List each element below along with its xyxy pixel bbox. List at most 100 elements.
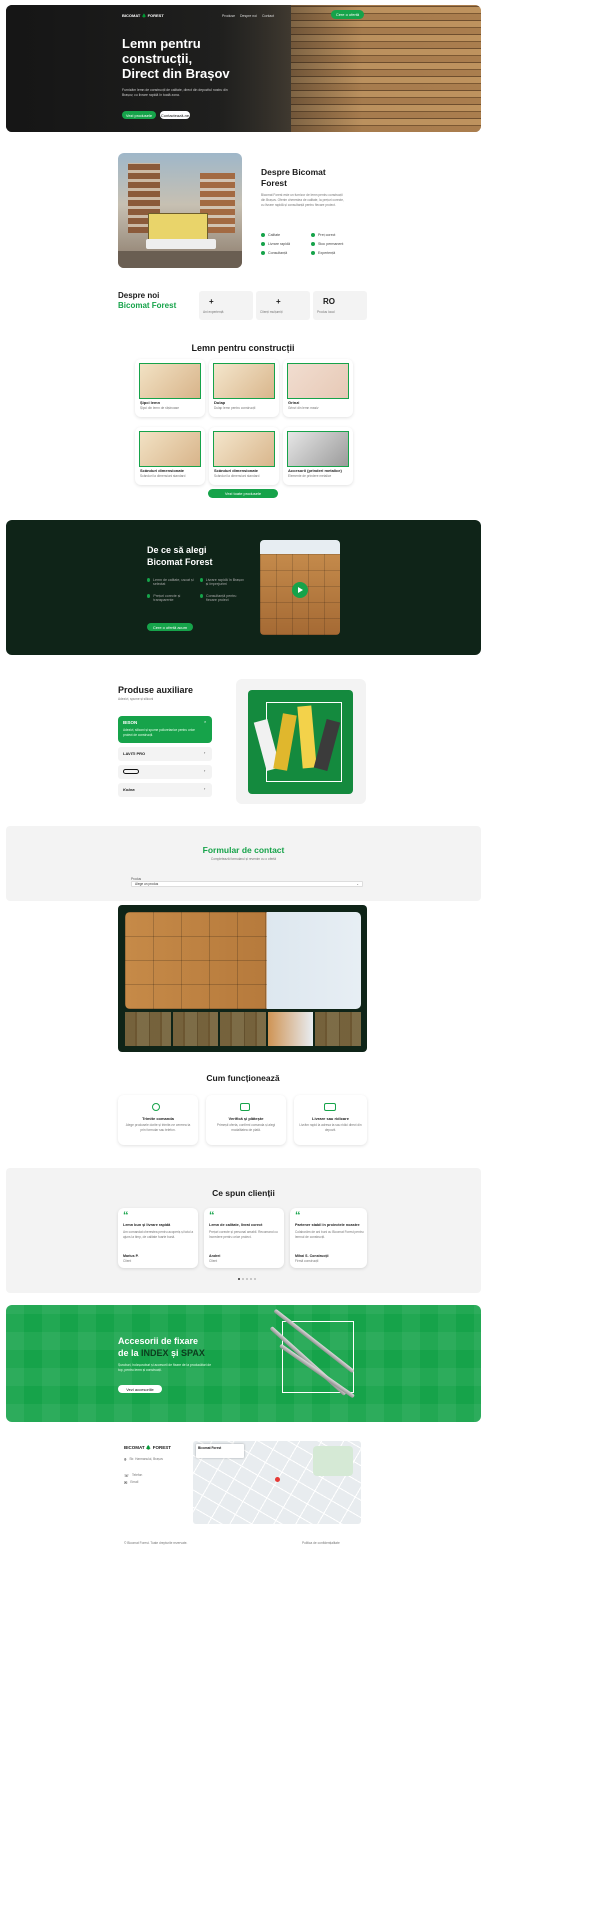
footer-email: ✉ Email	[124, 1480, 139, 1485]
how-step: Verifică și plătește Primești oferta, co…	[206, 1095, 286, 1145]
why-section: De ce să alegi Bicomat Forest Lemn de ca…	[6, 520, 481, 655]
testimonial-title: Lemn de calitate, livrat corect	[209, 1223, 263, 1227]
quote-icon: “	[123, 1210, 129, 1222]
feature-item: Experiență	[311, 251, 361, 255]
why-video[interactable]	[260, 540, 340, 635]
gallery-main-image[interactable]	[125, 912, 361, 1009]
product-desc: Scânduri la dimensiuni standard	[214, 474, 260, 478]
brand-item[interactable]: Kobra ›	[118, 783, 212, 797]
check-icon	[311, 233, 315, 237]
gallery-thumbnail[interactable]	[220, 1012, 266, 1046]
gallery-section	[118, 905, 367, 1052]
card-icon	[240, 1103, 250, 1111]
gallery-thumbnail[interactable]	[125, 1012, 171, 1046]
nav-link-about[interactable]: Despre noi	[240, 14, 257, 18]
nav-link-products[interactable]: Produse	[222, 14, 235, 18]
stat-value: RO	[323, 297, 335, 306]
stats-title: Despre noi Bicomat Forest	[118, 291, 177, 310]
gallery-thumbnail[interactable]	[267, 1012, 314, 1046]
why-cta-button[interactable]: Cere o ofertă acum	[147, 623, 193, 631]
testimonial-text: Colaborăm de ani buni cu Bicomat Forest …	[295, 1230, 364, 1239]
stat-label: Clienți mulțumiți	[260, 310, 283, 314]
product-desc: Dulap lemn pentru construcții	[214, 406, 256, 410]
brand-logo: LAVITI PRO	[123, 751, 146, 756]
aux-title: Produse auxiliare	[118, 685, 194, 695]
check-icon	[147, 594, 151, 598]
product-image	[287, 431, 349, 467]
footer-bottom-right[interactable]: Politica de confidențialitate	[302, 1541, 340, 1546]
about-title: Despre Bicomat Forest	[261, 167, 326, 188]
check-icon	[261, 233, 265, 237]
testimonials-section: Ce spun clienții “ Lemn bun și livrare r…	[6, 1168, 481, 1293]
why-features: Lemn de calitate, uscat și selectat Livr…	[147, 578, 247, 602]
close-icon[interactable]: ×	[204, 719, 206, 724]
hero-description: Furnizăm lemn de construcții de calitate…	[122, 88, 228, 97]
hero-primary-button[interactable]: Vezi produsele	[122, 111, 156, 119]
testimonial-text: Am comandat cherestea pentru acoperiș și…	[123, 1230, 194, 1239]
how-step-desc: Livrăm rapid la adresa ta sau ridici dir…	[299, 1123, 362, 1132]
accessories-cta-button[interactable]: Vezi accesoriile	[118, 1385, 162, 1393]
product-card[interactable]: Grinzi Grinzi din lemn masiv	[283, 359, 353, 417]
product-name: Scânduri dimensionate	[214, 468, 259, 473]
map-info-box: Bicomat Forest	[196, 1444, 244, 1458]
carousel-dot[interactable]	[238, 1278, 240, 1280]
brand-item-active[interactable]: BISON × Adezivi, siliconi și spume poliu…	[118, 716, 212, 743]
product-image	[287, 363, 349, 399]
gallery-thumbnail[interactable]	[315, 1012, 361, 1046]
how-step-desc: Primești oferta, confirmi comanda și ale…	[216, 1123, 276, 1132]
how-step-title: Trimite comanda	[142, 1116, 174, 1121]
stat-card: RO Produs local	[313, 291, 367, 320]
gallery-thumbnails	[125, 1012, 361, 1046]
hero-secondary-button[interactable]: Contactează-ne	[160, 111, 190, 119]
contact-section: Formular de contact Completează formular…	[6, 826, 481, 901]
brand-logo	[123, 769, 139, 774]
product-card[interactable]: Scânduri dimensionate Scânduri la dimens…	[209, 427, 279, 485]
how-step: Livrare sau ridicare Livrăm rapid la adr…	[294, 1095, 367, 1145]
product-card[interactable]: Scânduri dimensionate Scânduri la dimens…	[135, 427, 205, 485]
carousel-dot[interactable]	[246, 1278, 248, 1280]
logo[interactable]: BICOMAT 🌲 FOREST	[122, 13, 164, 18]
play-icon[interactable]	[292, 582, 308, 598]
nav-cta-button[interactable]: Cere o ofertă	[331, 10, 364, 19]
stat-card: + Clienți mulțumiți	[256, 291, 310, 320]
about-description: Bicomat Forest este un furnizor de lemn …	[261, 193, 344, 207]
how-step-desc: Alege produsele dorite și trimite-ne cer…	[125, 1123, 191, 1132]
brand-item[interactable]: LAVITI PRO ›	[118, 747, 212, 761]
gallery-thumbnail[interactable]	[172, 1012, 219, 1046]
testimonial-card: “ Partener stabil în proiectele noastre …	[290, 1208, 367, 1268]
product-card[interactable]: Dulap Dulap lemn pentru construcții	[209, 359, 279, 417]
footer-logo[interactable]: BICOMAT 🌲 FOREST	[124, 1445, 171, 1451]
product-image	[139, 363, 201, 399]
why-feature: Consultanță pentru fiecare proiect	[200, 594, 247, 602]
chevron-right-icon: ›	[204, 750, 206, 755]
nav-link-contact[interactable]: Contact	[262, 14, 274, 18]
carousel-dot[interactable]	[250, 1278, 252, 1280]
stat-value: +	[209, 297, 214, 306]
how-step-title: Verifică și plătește	[228, 1116, 264, 1121]
aux-image-frame	[236, 679, 366, 804]
footer-map[interactable]: Bicomat Forest	[193, 1441, 361, 1524]
carousel-dot[interactable]	[242, 1278, 244, 1280]
product-name: Șipci lemn	[140, 400, 161, 405]
map-pin-icon[interactable]	[275, 1477, 280, 1482]
product-name: Scânduri dimensionate	[140, 468, 185, 473]
why-feature: Lemn de calitate, uscat și selectat	[147, 578, 194, 586]
product-name: Accesorii (prinderi metalice)	[288, 468, 342, 473]
brand-item[interactable]: ›	[118, 765, 212, 779]
contact-title: Formular de contact	[202, 845, 285, 855]
products-cta-button[interactable]: Vezi toate produsele	[208, 489, 278, 498]
accessories-section: Accesorii de fixare de la INDEX și SPAX …	[6, 1305, 481, 1422]
product-select[interactable]: Alege un produs ⌄	[131, 881, 363, 887]
product-image	[213, 363, 275, 399]
product-desc: Scânduri la dimensiuni standard	[140, 474, 186, 478]
product-card[interactable]: Accesorii (prinderi metalice) Elemente d…	[283, 427, 353, 485]
product-image	[139, 431, 201, 467]
footer-phone: ☏ Telefon	[124, 1473, 143, 1478]
carousel-dot[interactable]	[254, 1278, 256, 1280]
chevron-right-icon: ›	[204, 768, 206, 773]
product-name: Dulap	[214, 400, 226, 405]
product-desc: Șipci din lemn de rășinoase	[140, 406, 179, 410]
product-card[interactable]: Șipci lemn Șipci din lemn de rășinoase	[135, 359, 205, 417]
products-grid: Șipci lemn Șipci din lemn de rășinoase D…	[135, 359, 353, 487]
why-title: De ce să alegi Bicomat Forest	[147, 545, 213, 567]
